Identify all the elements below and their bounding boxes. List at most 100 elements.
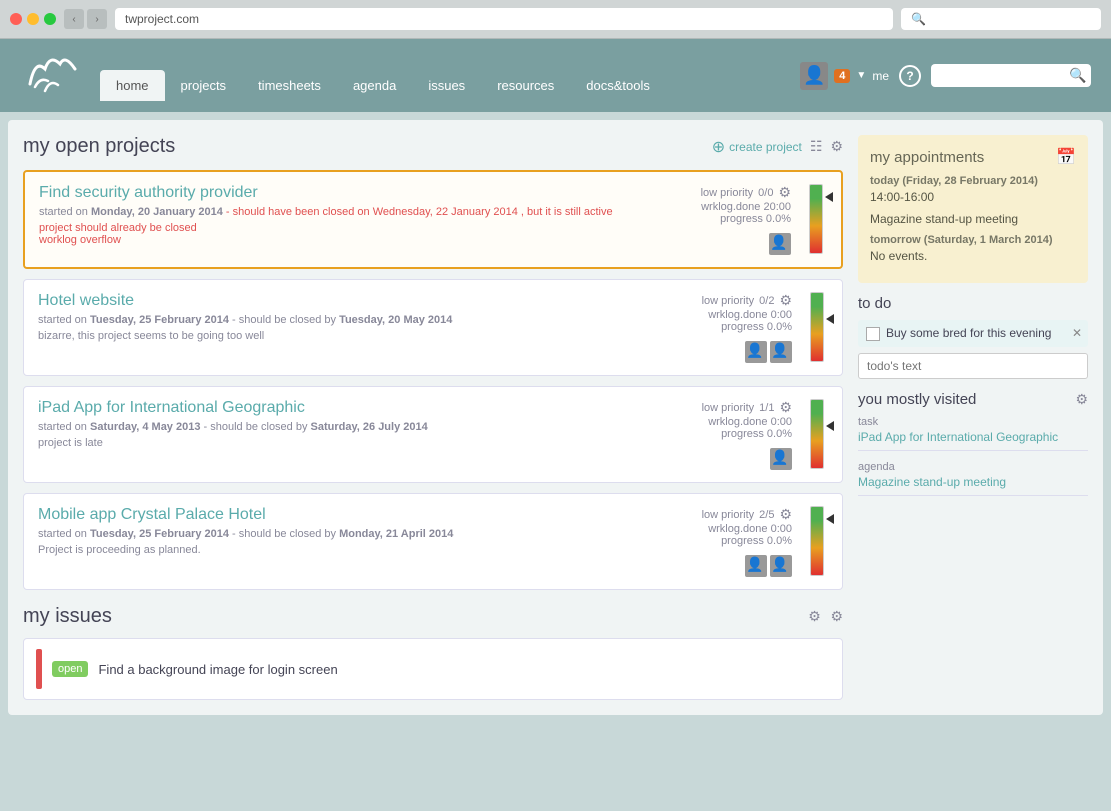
dropdown-arrow-icon: ▼ xyxy=(856,70,866,81)
nav-docstools[interactable]: docs&tools xyxy=(570,70,666,101)
appointments-today-time: 14:00-16:00 xyxy=(870,190,1076,204)
project-card-body-4: Mobile app Crystal Palace Hotel started … xyxy=(38,506,682,556)
forward-button[interactable]: › xyxy=(87,9,107,29)
section-actions: ⊕ create project ☷ ⚙ xyxy=(712,137,843,157)
issues-filter-icon[interactable]: ⚙ xyxy=(808,608,821,624)
meta-suffix-1: , but it is still active xyxy=(521,206,613,218)
tasks-3: 1/1 xyxy=(759,402,774,414)
visited-item-2: agenda Magazine stand-up meeting xyxy=(858,461,1088,496)
issue-name-1[interactable]: Find a background image for login screen xyxy=(98,662,337,677)
project-name-1[interactable]: Find security authority provider xyxy=(39,184,681,202)
priority-label-2: low priority xyxy=(702,295,755,307)
nav-home[interactable]: home xyxy=(100,70,165,101)
project-meta-4: started on Tuesday, 25 February 2014 - s… xyxy=(38,528,682,540)
gauge-indicator-1 xyxy=(825,192,833,202)
left-panel: my open projects ⊕ create project ☷ ⚙ Fi… xyxy=(23,135,843,700)
visited-title-row: you mostly visited ⚙ xyxy=(858,391,1088,408)
priority-label-3: low priority xyxy=(702,402,755,414)
tasks-icon-4: ⚙ xyxy=(779,506,792,523)
nav-timesheets[interactable]: timesheets xyxy=(242,70,337,101)
appointments-tomorrow-events: No events. xyxy=(870,249,1076,263)
todo-item-1: Buy some bred for this evening ✕ xyxy=(858,320,1088,347)
browser-search[interactable]: 🔍 xyxy=(901,8,1101,30)
projects-section-header: my open projects ⊕ create project ☷ ⚙ xyxy=(23,135,843,158)
maximize-button[interactable] xyxy=(44,13,56,25)
meta-start-date-2: Tuesday, 25 February 2014 xyxy=(90,314,229,326)
issues-settings-icon[interactable]: ⚙ xyxy=(830,608,843,624)
user-label: me xyxy=(872,69,889,83)
project-name-4[interactable]: Mobile app Crystal Palace Hotel xyxy=(38,506,682,524)
search-input[interactable] xyxy=(939,69,1069,83)
avatar-icon-2a xyxy=(745,341,767,363)
card-avatars-1 xyxy=(769,233,791,255)
project-card-1: Find security authority provider started… xyxy=(23,170,843,269)
wrklog-4: wrklog.done 0:00 xyxy=(708,523,792,535)
back-button[interactable]: ‹ xyxy=(64,9,84,29)
visited-category-2: agenda xyxy=(858,461,1088,473)
close-button[interactable] xyxy=(10,13,22,25)
progress-2: progress 0.0% xyxy=(721,321,792,333)
header-search[interactable]: 🔍 xyxy=(931,64,1091,87)
settings-icon[interactable]: ⚙ xyxy=(830,138,843,155)
search-icon: 🔍 xyxy=(1069,67,1086,84)
card-avatars-2 xyxy=(745,341,792,363)
user-area[interactable]: 4 ▼ me xyxy=(800,62,889,90)
project-stats-1: low priority 0/0 ⚙ wrklog.done 20:00 pro… xyxy=(691,184,791,255)
todo-title: to do xyxy=(858,295,1088,312)
main-nav: home projects timesheets agenda issues r… xyxy=(100,70,800,101)
todo-input[interactable] xyxy=(858,353,1088,379)
progress-4: progress 0.0% xyxy=(721,535,792,547)
layout-icon[interactable]: ☷ xyxy=(810,138,823,155)
minimize-button[interactable] xyxy=(27,13,39,25)
avatar-icon-1 xyxy=(769,233,791,255)
project-status-2: bizarre, this project seems to be going … xyxy=(38,330,682,342)
gauge-1 xyxy=(809,184,827,254)
project-meta-1: started on Monday, 20 January 2014 - sho… xyxy=(39,206,681,218)
progress-3: progress 0.0% xyxy=(721,428,792,440)
gauge-indicator-4 xyxy=(826,514,834,524)
meta-close-date-1: Wednesday, 22 January 2014 xyxy=(373,206,518,218)
nav-projects[interactable]: projects xyxy=(165,70,243,101)
projects-title: my open projects xyxy=(23,135,175,158)
appointments-today-event[interactable]: Magazine stand-up meeting xyxy=(870,212,1076,226)
todo-close-1[interactable]: ✕ xyxy=(1072,326,1082,340)
project-stats-2: low priority 0/2 ⚙ wrklog.done 0:00 prog… xyxy=(692,292,792,363)
meta-should-1: - should have been closed on xyxy=(226,206,373,218)
meta-start-date-4: Tuesday, 25 February 2014 xyxy=(90,528,229,540)
meta-close-date-2: Tuesday, 20 May 2014 xyxy=(339,314,452,326)
project-name-2[interactable]: Hotel website xyxy=(38,292,682,310)
todo-checkbox-1[interactable] xyxy=(866,327,880,341)
plus-icon: ⊕ xyxy=(712,137,725,157)
wrklog-2: wrklog.done 0:00 xyxy=(708,309,792,321)
main-content: my open projects ⊕ create project ☷ ⚙ Fi… xyxy=(8,120,1103,715)
gauge-3 xyxy=(810,399,828,469)
gauge-bar-3 xyxy=(810,399,824,469)
wrklog-1: wrklog.done 20:00 xyxy=(701,201,791,213)
visited-link-2[interactable]: Magazine stand-up meeting xyxy=(858,475,1088,496)
nav-resources[interactable]: resources xyxy=(481,70,570,101)
header-right: 4 ▼ me ? 🔍 xyxy=(800,62,1091,90)
issue-status-badge: open xyxy=(52,661,88,677)
appointments-title: my appointments xyxy=(870,149,984,166)
meta-should-4: - should be closed by xyxy=(232,528,339,540)
nav-agenda[interactable]: agenda xyxy=(337,70,412,101)
tasks-4: 2/5 xyxy=(759,509,774,521)
project-card-3: iPad App for International Geographic st… xyxy=(23,386,843,483)
project-name-3[interactable]: iPad App for International Geographic xyxy=(38,399,682,417)
project-card-4: Mobile app Crystal Palace Hotel started … xyxy=(23,493,843,590)
meta-start-date-1: Monday, 20 January 2014 xyxy=(91,206,223,218)
browser-chrome: ‹ › twproject.com 🔍 xyxy=(0,0,1111,39)
visited-settings-icon[interactable]: ⚙ xyxy=(1075,391,1088,408)
visited-category-1: task xyxy=(858,416,1088,428)
nav-issues[interactable]: issues xyxy=(412,70,481,101)
visited-item-1: task iPad App for International Geograph… xyxy=(858,416,1088,451)
visited-link-1[interactable]: iPad App for International Geographic xyxy=(858,430,1088,451)
todo-box: to do Buy some bred for this evening ✕ xyxy=(858,295,1088,379)
address-bar[interactable]: twproject.com xyxy=(115,8,893,30)
create-project-button[interactable]: ⊕ create project xyxy=(712,137,802,157)
project-card-2: Hotel website started on Tuesday, 25 Feb… xyxy=(23,279,843,376)
appointments-tomorrow-label: tomorrow (Saturday, 1 March 2014) xyxy=(870,234,1076,246)
meta-close-date-3: Saturday, 26 July 2014 xyxy=(311,421,428,433)
card-avatars-3 xyxy=(770,448,792,470)
help-button[interactable]: ? xyxy=(899,65,921,87)
